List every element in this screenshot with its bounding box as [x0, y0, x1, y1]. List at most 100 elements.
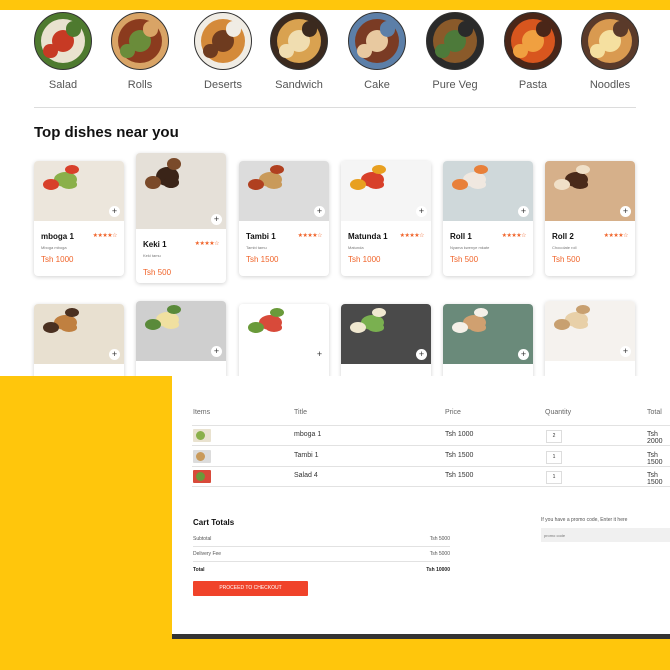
food-photo-shape — [368, 180, 385, 189]
food-photo-shape — [575, 164, 590, 175]
subtotal-label: Subtotal — [193, 536, 212, 542]
add-to-cart-icon[interactable]: + — [416, 349, 427, 360]
food-photo-shape — [572, 180, 589, 189]
category-image — [194, 12, 252, 70]
total-label: Total — [193, 567, 205, 573]
food-photo-shape — [575, 304, 590, 315]
category-label: Noodles — [589, 79, 631, 91]
col-header-total: Total — [647, 409, 662, 416]
dish-price: Tsh 1500 — [246, 255, 279, 264]
section-title: Top dishes near you — [34, 124, 179, 141]
category-pure-veg[interactable]: Pure Veg — [420, 12, 490, 91]
dish-description: Keki tamu — [143, 253, 161, 258]
dish-image: + — [443, 161, 533, 221]
food-photo-shape — [163, 177, 180, 188]
cart-item-title: Tambi 1 — [294, 452, 319, 459]
dish-card[interactable]: + — [443, 304, 533, 376]
food-photo-shape — [473, 307, 488, 318]
food-photo-shape — [554, 319, 571, 330]
food-photo-shape — [266, 323, 283, 332]
delivery-fee-value: Tsh 5000 — [429, 551, 450, 557]
food-photo-shape — [554, 179, 571, 190]
dish-card[interactable]: + — [545, 301, 635, 376]
food-photo-shape — [166, 304, 181, 315]
cart-item-price: Tsh 1000 — [445, 431, 474, 438]
totals-divider — [193, 546, 450, 547]
add-to-cart-icon[interactable]: + — [620, 346, 631, 357]
cart-item-price: Tsh 1500 — [445, 452, 474, 459]
quantity-input[interactable]: 1 — [546, 471, 562, 484]
add-to-cart-icon[interactable]: + — [416, 206, 427, 217]
dish-card[interactable]: + mboga 1 ★★★★☆ Mboga mboga Tsh 1000 — [34, 161, 124, 276]
category-sandwich[interactable]: Sandwich — [264, 12, 334, 91]
food-photo-shape — [452, 322, 469, 333]
food-photo-shape — [452, 179, 469, 190]
food-photo-shape — [473, 164, 488, 175]
proceed-to-checkout-button[interactable]: PROCEED TO CHECKOUT — [193, 581, 308, 596]
category-image — [426, 12, 484, 70]
dish-image: + — [545, 301, 635, 361]
dish-card[interactable]: + Roll 1 ★★★★☆ Nyama kwenye mkate Tsh 500 — [443, 161, 533, 276]
category-label: Sandwich — [275, 79, 323, 91]
dish-card[interactable]: + — [239, 304, 329, 376]
table-divider — [192, 445, 670, 446]
category-rolls[interactable]: Rolls — [105, 12, 175, 91]
category-salad[interactable]: Salad — [28, 12, 98, 91]
dish-description: Mboga mboga — [41, 245, 67, 250]
add-to-cart-icon[interactable]: + — [109, 206, 120, 217]
table-divider — [192, 486, 670, 487]
food-photo-shape — [350, 179, 367, 190]
add-to-cart-icon[interactable]: + — [211, 214, 222, 225]
dish-card[interactable]: + Tambi 1 ★★★★☆ Tambi tamu Tsh 1500 — [239, 161, 329, 276]
dish-description: Nyama kwenye mkate — [450, 245, 490, 250]
quantity-input[interactable]: 1 — [546, 451, 562, 464]
dish-card[interactable]: + Keki 1 ★★★★☆ Keki tamu Tsh 500 — [136, 153, 226, 283]
category-deserts[interactable]: Deserts — [188, 12, 258, 91]
dish-description: Matunda — [348, 245, 364, 250]
category-noodles[interactable]: Noodles — [575, 12, 645, 91]
dish-card[interactable]: + Roll 2 ★★★★☆ Chocolate roll Tsh 500 — [545, 161, 635, 276]
dish-card[interactable]: + — [341, 304, 431, 376]
food-photo-shape — [371, 307, 386, 318]
food-photo-shape — [269, 307, 284, 318]
add-to-cart-icon[interactable]: + — [211, 346, 222, 357]
dish-description: Tambi tamu — [246, 245, 267, 250]
total-value: Tsh 10000 — [426, 567, 450, 573]
food-photo-shape — [64, 307, 79, 318]
cart-item-title: Salad 4 — [294, 472, 318, 479]
food-photo-shape — [163, 320, 180, 329]
dish-card[interactable]: + — [34, 304, 124, 376]
food-photo-shape — [43, 179, 60, 190]
category-cake[interactable]: Cake — [342, 12, 412, 91]
dish-name: Tambi 1 — [246, 232, 276, 241]
dish-image: + — [136, 301, 226, 361]
category-image — [348, 12, 406, 70]
add-to-cart-icon[interactable]: + — [109, 349, 120, 360]
food-photo-shape — [43, 322, 60, 333]
category-pasta[interactable]: Pasta — [498, 12, 568, 91]
add-to-cart-icon[interactable]: + — [518, 349, 529, 360]
top-banner — [0, 0, 670, 10]
add-to-cart-icon[interactable]: + — [518, 206, 529, 217]
delivery-fee-label: Delivery Fee — [193, 551, 222, 557]
promo-code-input[interactable] — [541, 528, 670, 542]
quantity-input[interactable]: 2 — [546, 430, 562, 443]
add-to-cart-icon[interactable]: + — [620, 206, 631, 217]
col-header-price: Price — [445, 409, 461, 416]
dish-card[interactable]: + — [136, 301, 226, 376]
dish-price: Tsh 1000 — [41, 255, 74, 264]
dish-price: Tsh 1000 — [348, 255, 381, 264]
totals-divider — [193, 561, 450, 562]
cart-page: Items Title Price Quantity Total mboga 1… — [172, 376, 670, 634]
food-photo-shape — [269, 164, 284, 175]
dish-description: Chocolate roll — [552, 245, 577, 250]
add-to-cart-icon[interactable]: + — [314, 206, 325, 217]
table-divider — [192, 466, 670, 467]
food-photo-shape — [248, 322, 265, 333]
add-to-cart-icon[interactable]: + — [314, 349, 325, 360]
cart-item-thumbnail — [193, 450, 211, 463]
category-label: Pure Veg — [432, 79, 478, 91]
category-label: Deserts — [204, 79, 242, 91]
food-photo-shape — [350, 322, 367, 333]
dish-card[interactable]: + Matunda 1 ★★★★☆ Matunda Tsh 1000 — [341, 161, 431, 276]
